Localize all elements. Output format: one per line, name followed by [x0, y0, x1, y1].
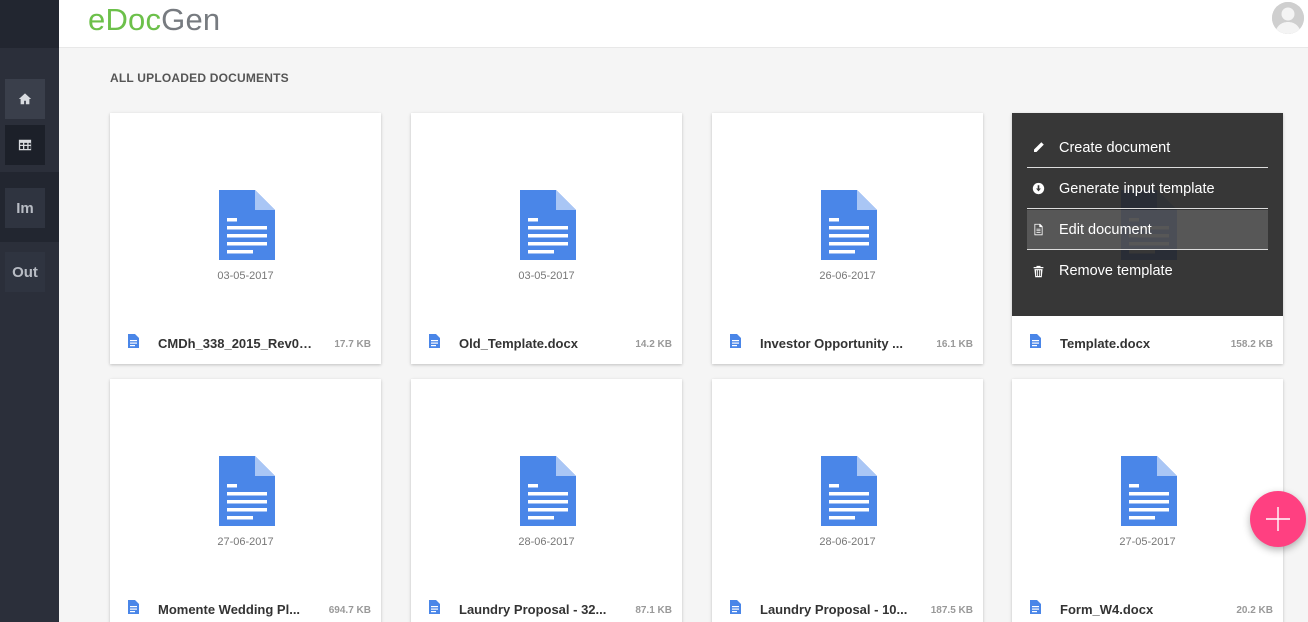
trash-icon — [1027, 265, 1059, 278]
document-small-icon — [1030, 334, 1041, 348]
menu-item-remove-template[interactable]: Remove template — [1027, 251, 1268, 291]
document-card[interactable]: 26-06-2017 Investor Opportunity ... 16.1… — [712, 113, 983, 364]
document-footer: Template.docx 158.2 KB — [1012, 316, 1283, 364]
document-size: 17.7 KB — [334, 339, 371, 350]
app-logo[interactable]: eDocGen — [88, 2, 220, 38]
document-thumbnail[interactable]: 27-06-2017 — [110, 379, 381, 582]
document-date: 28-06-2017 — [518, 536, 575, 548]
document-size: 187.5 KB — [930, 605, 973, 616]
document-footer: Laundry Proposal - 32... 87.1 KB — [411, 582, 682, 622]
document-card[interactable]: 27-05-2017 Form_W4.docx 20.2 KB — [1012, 379, 1283, 622]
document-date: 27-05-2017 — [1119, 536, 1176, 548]
document-name[interactable]: Investor Opportunity ... — [760, 336, 918, 351]
document-name[interactable]: Laundry Proposal - 32... — [459, 602, 617, 617]
document-thumbnail[interactable]: 28-06-2017 — [712, 379, 983, 582]
document-date: 26-06-2017 — [819, 270, 876, 282]
document-small-icon — [128, 334, 139, 348]
document-name[interactable]: Momente Wedding Pl... — [158, 602, 316, 617]
document-date: 28-06-2017 — [819, 536, 876, 548]
document-size: 87.1 KB — [635, 605, 672, 616]
document-size: 16.1 KB — [936, 339, 973, 350]
pencil-icon — [1027, 141, 1059, 154]
document-size: 20.2 KB — [1236, 605, 1273, 616]
document-footer: Form_W4.docx 20.2 KB — [1012, 582, 1283, 622]
document-size: 694.7 KB — [328, 605, 371, 616]
document-date: 03-05-2017 — [217, 270, 274, 282]
document-card[interactable]: 27-06-2017 Momente Wedding Pl... 694.7 K… — [110, 379, 381, 622]
document-name[interactable]: Laundry Proposal - 10... — [760, 602, 918, 617]
document-name[interactable]: Template.docx — [1060, 336, 1218, 351]
document-large-icon — [520, 456, 576, 526]
section-title: ALL UPLOADED DOCUMENTS — [110, 71, 289, 85]
document-card[interactable]: 28-06-2017 Laundry Proposal - 10... 187.… — [712, 379, 983, 622]
add-document-button[interactable] — [1250, 491, 1306, 547]
document-footer: Investor Opportunity ... 16.1 KB — [712, 316, 983, 364]
document-footer: CMDh_338_2015_Rev0_... 17.7 KB — [110, 316, 381, 364]
document-thumbnail[interactable]: 28-06-2017 — [411, 379, 682, 582]
plus-icon — [1266, 507, 1290, 531]
menu-item-label: Generate input template — [1059, 180, 1215, 197]
document-size: 14.2 KB — [635, 339, 672, 350]
table-icon — [18, 139, 32, 151]
document-small-icon — [429, 600, 440, 614]
menu-item-label: Remove template — [1059, 263, 1173, 279]
document-large-icon — [821, 190, 877, 260]
sidebar: Im Out — [0, 0, 59, 622]
sidebar-item-im[interactable]: Im — [5, 188, 45, 228]
document-small-icon — [128, 600, 139, 614]
document-footer: Laundry Proposal - 10... 187.5 KB — [712, 582, 983, 622]
user-avatar-icon — [1272, 2, 1304, 34]
document-large-icon — [219, 456, 275, 526]
logo-part-gen: Gen — [161, 2, 221, 37]
document-small-icon — [1030, 600, 1041, 614]
document-icon — [1027, 223, 1059, 236]
top-header: eDocGen — [59, 0, 1308, 48]
document-large-icon — [520, 190, 576, 260]
document-thumbnail[interactable]: 03-05-2017 — [411, 113, 682, 316]
logo-part-edoc: eDoc — [88, 2, 162, 37]
document-large-icon — [1121, 456, 1177, 526]
sidebar-top-band — [0, 0, 59, 48]
document-large-icon — [821, 456, 877, 526]
document-name[interactable]: Form_W4.docx — [1060, 602, 1218, 617]
menu-item-label: Edit document — [1059, 221, 1152, 238]
document-date: 27-06-2017 — [217, 536, 274, 548]
document-thumbnail[interactable]: 03-05-2017 — [110, 113, 381, 316]
document-large-icon — [219, 190, 275, 260]
menu-item-create-document[interactable]: Create document — [1027, 128, 1268, 168]
document-name[interactable]: Old_Template.docx — [459, 336, 617, 351]
context-menu: Create document Generate input template … — [1012, 113, 1283, 316]
document-card[interactable]: 03-05-2017 Old_Template.docx 14.2 KB — [411, 113, 682, 364]
sidebar-item-home[interactable] — [5, 79, 45, 119]
document-thumbnail[interactable]: 26-06-2017 — [712, 113, 983, 316]
document-small-icon — [730, 600, 741, 614]
document-small-icon — [730, 334, 741, 348]
avatar[interactable] — [1272, 2, 1304, 34]
document-thumbnail[interactable]: 27-05-2017 — [1012, 379, 1283, 582]
document-card-active[interactable]: Create document Generate input template … — [1012, 113, 1283, 364]
document-date: 03-05-2017 — [518, 270, 575, 282]
document-size: 158.2 KB — [1230, 339, 1273, 350]
document-card[interactable]: 03-05-2017 CMDh_338_2015_Rev0_... 17.7 K… — [110, 113, 381, 364]
document-name[interactable]: CMDh_338_2015_Rev0_... — [158, 336, 316, 351]
menu-item-label: Create document — [1059, 139, 1171, 156]
download-circle-icon — [1027, 182, 1059, 195]
document-footer: Old_Template.docx 14.2 KB — [411, 316, 682, 364]
menu-item-edit-document[interactable]: Edit document — [1027, 210, 1268, 250]
menu-item-generate-input-template[interactable]: Generate input template — [1027, 169, 1268, 209]
document-card[interactable]: 28-06-2017 Laundry Proposal - 32... 87.1… — [411, 379, 682, 622]
sidebar-item-out[interactable]: Out — [5, 252, 45, 292]
document-footer: Momente Wedding Pl... 694.7 KB — [110, 582, 381, 622]
sidebar-item-documents[interactable] — [5, 125, 45, 165]
home-icon — [18, 93, 32, 105]
document-small-icon — [429, 334, 440, 348]
